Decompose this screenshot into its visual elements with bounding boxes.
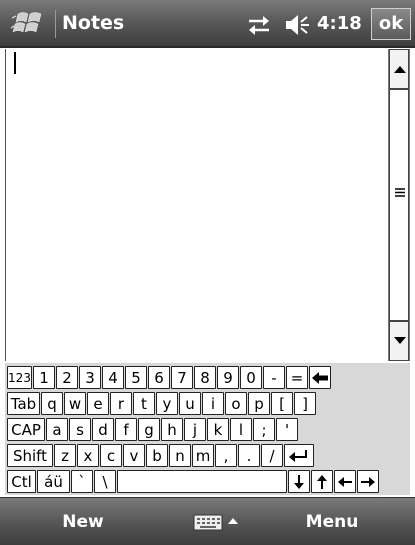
key-u[interactable]: u — [179, 392, 201, 415]
key-k[interactable]: k — [207, 418, 229, 441]
key-arrow-right[interactable] — [357, 470, 379, 493]
softkey-bar: New Menu — [0, 497, 415, 545]
right-arrow-icon — [361, 476, 375, 487]
key-g[interactable]: g — [138, 418, 160, 441]
key-backslash[interactable]: \ — [94, 470, 116, 493]
key-shift[interactable]: Shift — [7, 444, 53, 467]
key-period[interactable]: . — [238, 444, 260, 467]
key-slash[interactable]: / — [261, 444, 283, 467]
key-comma[interactable]: , — [215, 444, 237, 467]
scroll-down-button[interactable] — [389, 321, 409, 361]
key-9[interactable]: 9 — [217, 366, 239, 389]
key-arrow-up[interactable] — [311, 470, 333, 493]
key-d[interactable]: d — [92, 418, 114, 441]
scroll-up-arrow-icon — [394, 66, 406, 73]
key-j[interactable]: j — [184, 418, 206, 441]
key-a[interactable]: a — [46, 418, 68, 441]
key-semicolon[interactable]: ; — [253, 418, 275, 441]
key-1[interactable]: 1 — [33, 366, 55, 389]
backspace-icon — [312, 371, 328, 384]
down-arrow-icon — [294, 474, 304, 489]
soft-keyboard: 123 1 2 3 4 5 6 7 8 9 0 - = Tab q w e r … — [5, 363, 410, 495]
key-x[interactable]: x — [77, 444, 99, 467]
key-r[interactable]: r — [110, 392, 132, 415]
key-backtick[interactable]: ` — [71, 470, 93, 493]
key-6[interactable]: 6 — [148, 366, 170, 389]
key-123[interactable]: 123 — [7, 366, 32, 389]
key-enter[interactable] — [284, 444, 314, 467]
up-arrow-icon — [317, 474, 327, 489]
key-v[interactable]: v — [123, 444, 145, 467]
key-left-bracket[interactable]: [ — [271, 392, 293, 415]
key-right-bracket[interactable]: ] — [294, 392, 316, 415]
menu-softkey[interactable]: Menu — [300, 512, 364, 532]
vertical-scrollbar[interactable] — [388, 49, 410, 361]
app-title: Notes — [62, 12, 125, 34]
key-n[interactable]: n — [169, 444, 191, 467]
connectivity-icon[interactable] — [247, 14, 271, 36]
key-b[interactable]: b — [146, 444, 168, 467]
key-o[interactable]: o — [225, 392, 247, 415]
key-apostrophe[interactable]: ' — [276, 418, 298, 441]
key-0[interactable]: 0 — [240, 366, 262, 389]
key-caps[interactable]: CAP — [7, 418, 45, 441]
title-bar: Notes 4:18 ok — [0, 0, 415, 48]
keyboard-icon — [193, 514, 238, 531]
key-tab[interactable]: Tab — [7, 392, 40, 415]
key-accents[interactable]: áü — [37, 470, 70, 493]
key-t[interactable]: t — [133, 392, 155, 415]
key-z[interactable]: z — [54, 444, 76, 467]
key-3[interactable]: 3 — [79, 366, 101, 389]
grip-icon — [395, 188, 405, 197]
key-8[interactable]: 8 — [194, 366, 216, 389]
key-ctrl[interactable]: Ctl — [7, 470, 36, 493]
key-2[interactable]: 2 — [56, 366, 78, 389]
input-panel-button[interactable] — [192, 510, 244, 534]
scroll-down-arrow-icon — [394, 337, 406, 344]
chevron-up-icon — [228, 518, 238, 524]
key-q[interactable]: q — [41, 392, 63, 415]
title-separator — [55, 10, 56, 38]
key-space[interactable] — [117, 470, 287, 493]
key-4[interactable]: 4 — [102, 366, 124, 389]
key-i[interactable]: i — [202, 392, 224, 415]
key-equals[interactable]: = — [286, 366, 308, 389]
key-p[interactable]: p — [248, 392, 270, 415]
key-h[interactable]: h — [161, 418, 183, 441]
key-f[interactable]: f — [115, 418, 137, 441]
key-arrow-down[interactable] — [288, 470, 310, 493]
key-backspace[interactable] — [309, 366, 331, 389]
key-s[interactable]: s — [69, 418, 91, 441]
key-w[interactable]: w — [64, 392, 86, 415]
clock-time[interactable]: 4:18 — [317, 13, 362, 34]
ok-button[interactable]: ok — [371, 8, 411, 40]
key-m[interactable]: m — [192, 444, 214, 467]
text-caret — [14, 52, 16, 74]
note-text-area[interactable] — [5, 49, 388, 361]
key-l[interactable]: l — [230, 418, 252, 441]
key-minus[interactable]: - — [263, 366, 285, 389]
key-c[interactable]: c — [100, 444, 122, 467]
key-arrow-left[interactable] — [334, 470, 356, 493]
left-arrow-icon — [338, 476, 352, 487]
windows-start-icon[interactable] — [10, 8, 50, 40]
key-5[interactable]: 5 — [125, 366, 147, 389]
key-y[interactable]: y — [156, 392, 178, 415]
scroll-thumb[interactable] — [389, 89, 409, 321]
key-e[interactable]: e — [87, 392, 109, 415]
volume-icon[interactable] — [284, 13, 310, 37]
scroll-up-button[interactable] — [389, 49, 409, 89]
new-softkey[interactable]: New — [55, 512, 111, 532]
key-7[interactable]: 7 — [171, 366, 193, 389]
enter-icon — [289, 449, 307, 462]
